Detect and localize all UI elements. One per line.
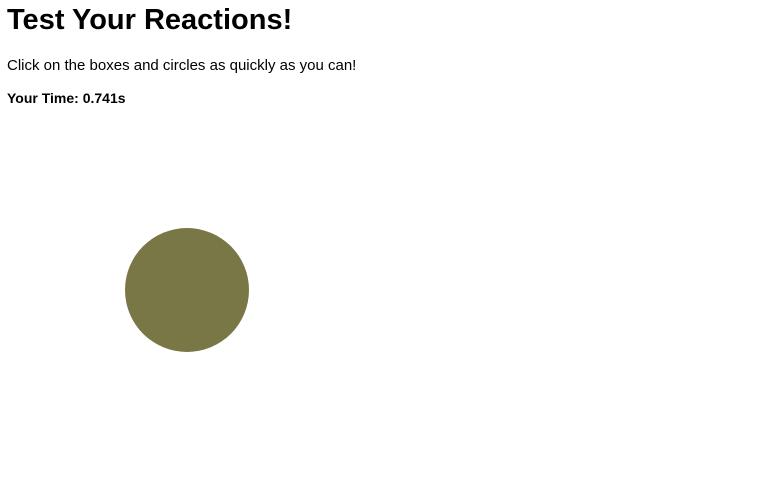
page-title: Test Your Reactions!: [7, 4, 293, 36]
target-circle[interactable]: [125, 228, 249, 352]
time-label: Your Time:: [7, 90, 79, 106]
instructions-text: Click on the boxes and circles as quickl…: [7, 57, 357, 74]
time-value: 0.741s: [82, 90, 126, 106]
reaction-time-display: Your Time: 0.741s: [7, 89, 126, 107]
